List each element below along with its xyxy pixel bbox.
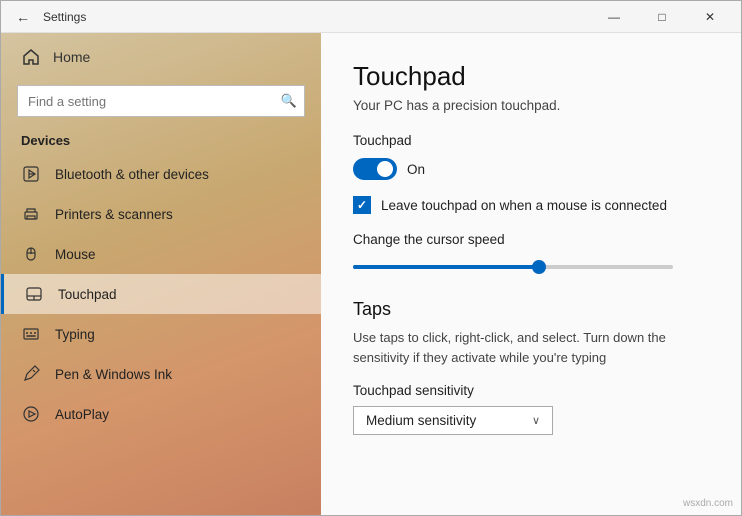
page-subtitle: Your PC has a precision touchpad. [353, 98, 709, 113]
page-title: Touchpad [353, 61, 709, 92]
sidebar-home[interactable]: Home [1, 33, 321, 81]
sidebar-section-title: Devices [1, 125, 321, 154]
sensitivity-value: Medium sensitivity [366, 413, 476, 428]
sidebar-item-printers[interactable]: Printers & scanners [1, 194, 321, 234]
cursor-speed-slider[interactable] [353, 257, 673, 277]
sidebar-item-printers-label: Printers & scanners [55, 207, 173, 222]
slider-fill [353, 265, 539, 269]
maximize-button[interactable]: □ [639, 1, 685, 33]
title-bar-title: Settings [43, 10, 86, 24]
sidebar-item-pen[interactable]: Pen & Windows Ink [1, 354, 321, 394]
slider-track [353, 265, 673, 269]
bluetooth-icon [21, 164, 41, 184]
checkbox-row: ✓ Leave touchpad on when a mouse is conn… [353, 196, 709, 214]
search-icon: 🔍 [281, 93, 297, 109]
slider-label: Change the cursor speed [353, 232, 709, 247]
sidebar-item-mouse[interactable]: Mouse [1, 234, 321, 274]
checkbox-label: Leave touchpad on when a mouse is connec… [381, 198, 667, 213]
sidebar-item-touchpad[interactable]: Touchpad [1, 274, 321, 314]
sidebar-item-typing-label: Typing [55, 327, 95, 342]
window-controls: — □ ✕ [591, 1, 733, 33]
back-arrow-icon: ← [16, 9, 30, 25]
watermark: wsxdn.com [683, 498, 733, 509]
pen-icon [21, 364, 41, 384]
settings-window: ← Settings — □ ✕ Home 🔍 [0, 0, 742, 516]
minimize-button[interactable]: — [591, 1, 637, 33]
typing-icon [21, 324, 41, 344]
slider-thumb[interactable] [532, 260, 546, 274]
sidebar: Home 🔍 Devices Bluetooth & other devi [1, 33, 321, 515]
sidebar-item-typing[interactable]: Typing [1, 314, 321, 354]
sidebar-item-mouse-label: Mouse [55, 247, 96, 262]
sensitivity-label: Touchpad sensitivity [353, 383, 709, 398]
checkmark-icon: ✓ [357, 198, 367, 212]
home-icon [21, 47, 41, 67]
chevron-down-icon: ∨ [532, 414, 540, 427]
sidebar-item-pen-label: Pen & Windows Ink [55, 367, 172, 382]
search-input[interactable] [17, 85, 305, 117]
mouse-icon [21, 244, 41, 264]
sensitivity-dropdown[interactable]: Medium sensitivity ∨ [353, 406, 553, 435]
autoplay-icon [21, 404, 41, 424]
back-button[interactable]: ← [9, 3, 37, 31]
taps-title: Taps [353, 299, 709, 320]
sidebar-item-autoplay[interactable]: AutoPlay [1, 394, 321, 434]
home-label: Home [53, 49, 90, 65]
content-area: Home 🔍 Devices Bluetooth & other devi [1, 33, 741, 515]
search-container: 🔍 [17, 85, 305, 117]
taps-description: Use taps to click, right-click, and sele… [353, 328, 703, 367]
touchpad-toggle[interactable] [353, 158, 397, 180]
touchpad-icon [24, 284, 44, 304]
sidebar-item-bluetooth[interactable]: Bluetooth & other devices [1, 154, 321, 194]
leave-touchpad-checkbox[interactable]: ✓ [353, 196, 371, 214]
touchpad-toggle-row: On [353, 158, 709, 180]
main-content: Touchpad Your PC has a precision touchpa… [321, 33, 741, 515]
printer-icon [21, 204, 41, 224]
close-button[interactable]: ✕ [687, 1, 733, 33]
sidebar-item-bluetooth-label: Bluetooth & other devices [55, 167, 209, 182]
title-bar: ← Settings — □ ✕ [1, 1, 741, 33]
sidebar-item-touchpad-label: Touchpad [58, 287, 117, 302]
touchpad-section-label: Touchpad [353, 133, 709, 148]
sidebar-item-autoplay-label: AutoPlay [55, 407, 109, 422]
toggle-on-label: On [407, 162, 425, 177]
